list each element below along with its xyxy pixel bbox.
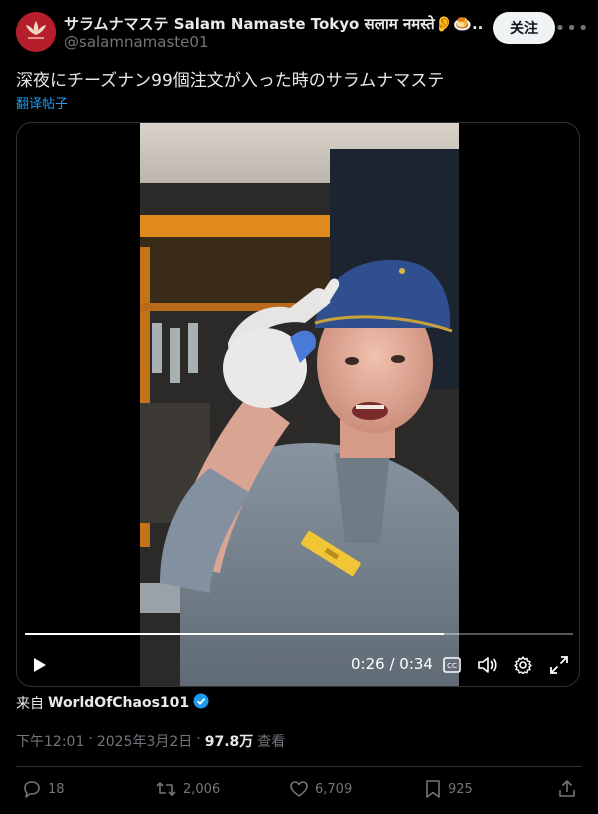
- repost-icon: [156, 782, 176, 796]
- view-count: 97.8万: [204, 734, 254, 750]
- repost-button[interactable]: 2,006: [155, 779, 220, 799]
- video-source: 来自 WorldOfChaos101: [16, 693, 209, 713]
- video-frame: [140, 123, 459, 686]
- like-button[interactable]: 6,709: [289, 779, 352, 799]
- post-metadata: 下午12:01 · 2025年3月2日 · 97.8万 查看: [16, 731, 285, 751]
- divider: [16, 766, 582, 767]
- captions-icon[interactable]: CC: [441, 654, 463, 676]
- avatar[interactable]: [16, 12, 56, 52]
- video-player[interactable]: 0:26 / 0:34 CC: [16, 122, 580, 687]
- volume-icon[interactable]: [476, 654, 498, 676]
- share-button[interactable]: [557, 779, 577, 799]
- video-time: 0:26 / 0:34: [351, 655, 433, 673]
- bookmark-button[interactable]: 925: [424, 779, 473, 799]
- video-still-image: [140, 123, 459, 686]
- follow-button[interactable]: 关注: [493, 12, 555, 44]
- like-count: 6,709: [315, 781, 353, 797]
- video-progress-fill: [25, 633, 445, 635]
- bookmark-count: 925: [448, 781, 473, 797]
- source-prefix: 来自: [16, 696, 44, 712]
- meta-separator: ·: [196, 731, 201, 747]
- translate-post-link[interactable]: 翻译帖子: [16, 93, 68, 112]
- more-options-icon[interactable]: •••: [555, 16, 589, 40]
- heart-icon: [290, 781, 308, 797]
- bookmark-icon: [426, 780, 440, 798]
- reply-count: 18: [48, 781, 65, 797]
- view-label: 查看: [257, 734, 286, 750]
- reply-button[interactable]: 18: [22, 779, 65, 799]
- lotus-logo-icon: [16, 12, 56, 52]
- video-progress-bar[interactable]: [25, 633, 573, 635]
- tweet-text: 深夜にチーズナン99個注文が入った時のサラムナマステ: [16, 71, 445, 91]
- fullscreen-icon[interactable]: [548, 654, 570, 676]
- share-icon: [559, 780, 575, 797]
- source-account-link[interactable]: WorldOfChaos101: [48, 695, 189, 711]
- reply-icon: [24, 781, 40, 798]
- post-time[interactable]: 下午12:01: [16, 731, 84, 751]
- meta-separator: ·: [88, 731, 93, 747]
- play-icon[interactable]: [29, 655, 49, 675]
- svg-text:CC: CC: [447, 662, 457, 670]
- repost-count: 2,006: [183, 781, 221, 797]
- settings-gear-icon[interactable]: [512, 654, 534, 676]
- author-name[interactable]: サラムナマステ Salam Namaste Tokyo सलाम नमस्ते👂…: [64, 13, 484, 34]
- author-handle[interactable]: @salamnamaste01: [64, 33, 209, 51]
- verified-badge-icon: [193, 693, 209, 713]
- post-date[interactable]: 2025年3月2日: [97, 731, 192, 751]
